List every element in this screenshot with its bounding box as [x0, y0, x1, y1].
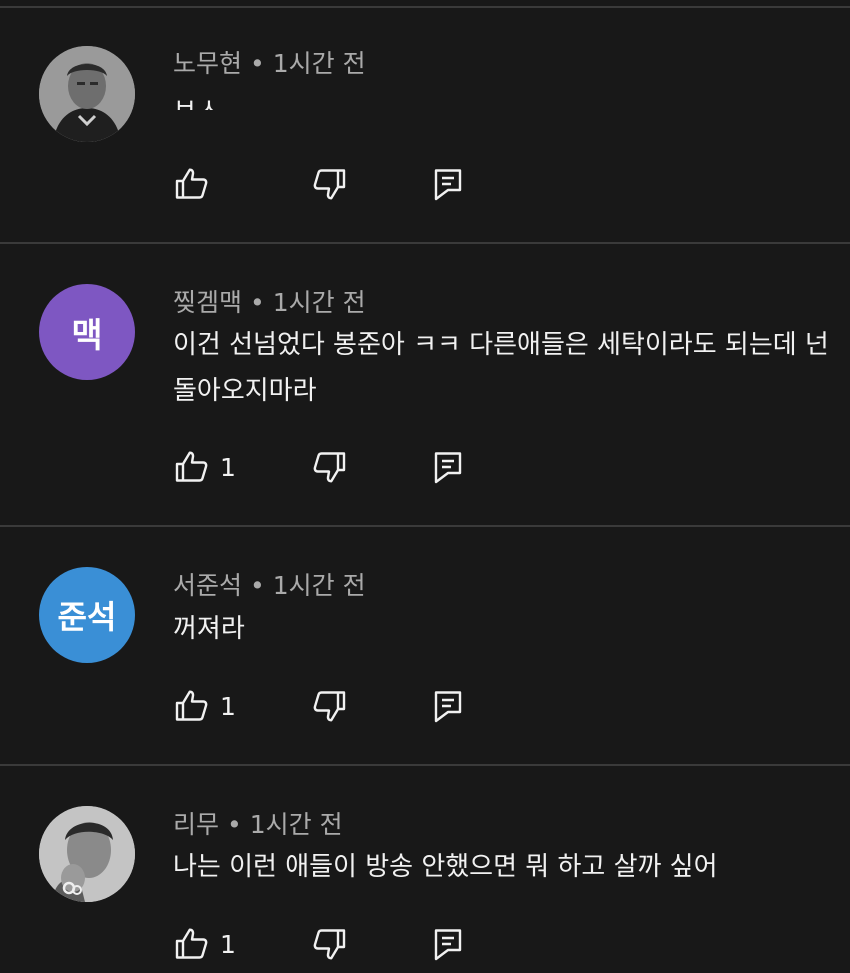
thumbs-up-icon: [175, 928, 208, 959]
reply-button[interactable]: [430, 449, 466, 485]
comment-meta: 노무현 • 1시간 전: [173, 44, 366, 80]
comment-time: 1시간 전: [272, 49, 366, 78]
thumbs-down-icon: [313, 929, 346, 960]
comment-meta: 서준석 • 1시간 전: [173, 566, 366, 602]
comment-text: ㅂㅅ: [173, 80, 221, 110]
avatar[interactable]: 준석: [39, 567, 135, 663]
comment-time: 1시간 전: [272, 571, 366, 600]
separator-dot: •: [250, 571, 265, 600]
author-name[interactable]: 서준석: [173, 571, 242, 600]
like-button[interactable]: 1: [174, 926, 236, 962]
like-count: 1: [220, 452, 236, 482]
avatar-photo-icon: [39, 46, 135, 142]
comment-time: 1시간 전: [272, 288, 366, 317]
comment-text-line: ㅂㅅ: [173, 94, 221, 110]
like-button[interactable]: 1: [174, 688, 236, 724]
comment-text-line: 꺼져라: [173, 614, 245, 644]
comment-text: 이건 선넘었다 봉준아 ㅋㅋ 다른애들은 세탁이라도 되는데 넌 돌아오지마라: [173, 322, 829, 414]
dislike-button[interactable]: [311, 926, 347, 962]
like-button[interactable]: 1: [174, 449, 236, 485]
comment-meta: 찢겜맥 • 1시간 전: [173, 283, 366, 319]
like-count: 1: [220, 929, 236, 959]
thumbs-up-icon: [175, 168, 208, 199]
reply-comment-icon: [434, 929, 462, 961]
avatar-initials: 맥: [71, 315, 103, 356]
comment-meta: 리무 • 1시간 전: [173, 805, 343, 841]
thumbs-up-icon: [175, 690, 208, 721]
thumbs-down-icon: [313, 169, 346, 200]
thumbs-down-icon: [313, 452, 346, 483]
like-button[interactable]: [174, 166, 220, 202]
reply-button[interactable]: [430, 166, 466, 202]
separator-dot: •: [250, 288, 265, 317]
dislike-button[interactable]: [311, 166, 347, 202]
reply-comment-icon: [434, 691, 462, 723]
like-count: 1: [220, 691, 236, 721]
comment-actions: 1: [0, 926, 850, 966]
avatar[interactable]: [39, 46, 135, 142]
reply-button[interactable]: [430, 926, 466, 962]
reply-comment-icon: [434, 169, 462, 201]
thumbs-down-icon: [313, 691, 346, 722]
comment-divider: [0, 525, 850, 527]
comment-text-line: 돌아오지마라: [173, 376, 317, 406]
author-name[interactable]: 찢겜맥: [173, 288, 242, 317]
separator-dot: •: [227, 810, 242, 839]
avatar[interactable]: [39, 806, 135, 902]
comment-text: 나는 이런 애들이 방송 안했으면 뭐 하고 살까 싶어: [173, 844, 718, 890]
comment-text-line: 이건 선넘었다 봉준아 ㅋㅋ 다른애들은 세탁이라도 되는데 넌: [173, 330, 829, 360]
comment-text-line: 나는 이런 애들이 방송 안했으면 뭐 하고 살까 싶어: [173, 852, 718, 882]
reply-comment-icon: [434, 452, 462, 484]
avatar-initials: 준석: [57, 598, 117, 636]
comment-time: 1시간 전: [249, 810, 343, 839]
dislike-button[interactable]: [311, 449, 347, 485]
author-name[interactable]: 노무현: [173, 49, 242, 78]
top-divider: [0, 6, 850, 8]
comment-divider: [0, 242, 850, 244]
avatar[interactable]: 맥: [39, 284, 135, 380]
dislike-button[interactable]: [311, 688, 347, 724]
thumbs-up-icon: [175, 451, 208, 482]
reply-button[interactable]: [430, 688, 466, 724]
comment-text: 꺼져라: [173, 606, 245, 652]
author-name[interactable]: 리무: [173, 810, 219, 839]
avatar-photo-icon: [39, 806, 135, 902]
separator-dot: •: [250, 49, 265, 78]
comment-actions: [0, 166, 850, 206]
comment-actions: 1: [0, 449, 850, 489]
comment-divider: [0, 764, 850, 766]
comment-actions: 1: [0, 688, 850, 728]
